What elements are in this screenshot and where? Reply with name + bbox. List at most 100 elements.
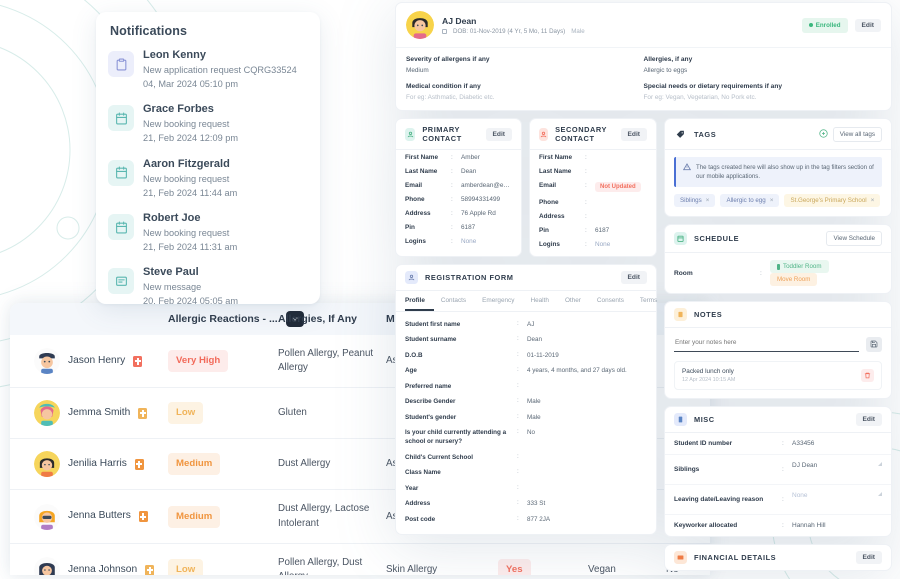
view-schedule-button[interactable]: View Schedule	[826, 231, 882, 247]
tab-profile[interactable]: Profile	[405, 291, 434, 311]
field-key: Last Name	[539, 167, 572, 175]
notification-message: New message	[143, 282, 202, 293]
save-note-icon[interactable]	[866, 336, 882, 352]
field-key: Is your child currently attending a scho…	[405, 429, 507, 446]
field-key: Keyworker allocated	[674, 522, 738, 530]
card-title: PRIMARY CONTACT	[422, 125, 462, 143]
student-dob-line: DOB: 01-Nov-2019 (4 Yr, 5 Mo, 11 Days) M…	[442, 28, 585, 35]
field-separator: :	[451, 153, 453, 161]
field-separator: :	[517, 381, 519, 389]
field-key: Year	[405, 484, 419, 492]
list-item[interactable]: Leon Kenny New application request CQRG3…	[108, 48, 310, 91]
field-separator: :	[517, 428, 519, 436]
field-key: Email	[405, 181, 423, 189]
tab-consents[interactable]: Consents	[597, 291, 633, 311]
field-separator: :	[517, 319, 519, 327]
edit-registration-form-button[interactable]: Edit	[620, 270, 647, 284]
field-separator: :	[585, 240, 587, 248]
tag-chip[interactable]: St.George's Primary School ×	[784, 194, 881, 208]
medical-icon	[138, 407, 148, 419]
field-value: Hannah Hill	[792, 522, 826, 530]
field-value: A33456	[792, 440, 815, 448]
cell-allergies: Dust Allergy	[272, 438, 380, 491]
avatar	[34, 503, 60, 530]
field-key: Class Name	[405, 469, 441, 477]
detail-left-column: PRIMARY CONTACT Edit First Name: Amber La…	[395, 118, 657, 578]
field-key: Post code	[405, 515, 436, 523]
field-key: First Name	[539, 153, 573, 161]
calendar-icon	[674, 232, 687, 246]
tab-health[interactable]: Health	[530, 291, 557, 311]
edit-secondary-contact-button[interactable]: Edit	[620, 127, 647, 141]
field-row: Year:	[396, 481, 656, 497]
tab-contacts[interactable]: Contacts	[441, 291, 475, 311]
notes-card: NOTES Packed lunch only 12 Apr 2024 10:1…	[664, 301, 892, 400]
field-value: For eg: Vegan, Vegetarian, No Pork etc.	[643, 94, 757, 101]
field-row: First Name:	[530, 150, 656, 164]
field-separator: :	[517, 412, 519, 420]
cell-severity: Very High	[162, 335, 272, 389]
tab-emergency[interactable]: Emergency	[482, 291, 523, 311]
field-value: AJ	[527, 320, 535, 328]
tags-info-alert: The tags created here will also show up …	[674, 157, 882, 188]
notification-name: Aaron Fitzgerald	[143, 157, 230, 170]
tags-header: TAGS View all tags	[665, 119, 891, 150]
close-icon[interactable]: ×	[871, 197, 875, 204]
field-row: Address:	[530, 209, 656, 223]
field-value: 6187	[595, 226, 610, 234]
resize-handle[interactable]	[878, 492, 882, 497]
tag-chip-label: St.George's Primary School	[790, 197, 867, 205]
field-separator: :	[585, 198, 587, 206]
edit-student-button[interactable]: Edit	[854, 18, 881, 32]
field-row: Student first name: AJ	[396, 317, 656, 333]
trash-icon[interactable]	[861, 369, 874, 383]
add-tag-icon[interactable]	[819, 125, 828, 143]
field-key: Phone	[405, 195, 425, 203]
tab-other[interactable]: Other	[565, 291, 590, 311]
list-item[interactable]: Aaron Fitzgerald New booking request 21,…	[108, 157, 310, 200]
field-separator: :	[585, 181, 587, 189]
view-all-tags-button[interactable]: View all tags	[832, 126, 882, 142]
field-separator: :	[782, 496, 784, 504]
summary-field: Severity of allergens if any Medium	[406, 56, 644, 74]
field-row: Email: amberdean@exampleone2	[396, 178, 521, 192]
field-row: Age:4 years, 4 months, and 27 days old.	[396, 363, 656, 379]
field-key: Email	[539, 181, 557, 189]
move-room-button[interactable]: Move Room	[770, 273, 818, 287]
field-value: amberdean@exampleone2	[461, 181, 512, 189]
notification-message: New application request CQRG33524	[143, 64, 297, 75]
edit-primary-contact-button[interactable]: Edit	[485, 127, 512, 141]
note-input[interactable]	[674, 336, 859, 353]
list-item[interactable]: Grace Forbes New booking request 21, Feb…	[108, 102, 310, 145]
field-separator: :	[517, 452, 519, 460]
tab-terms[interactable]: Terms	[640, 291, 666, 311]
cell-allergies: Gluten	[272, 387, 380, 440]
field-value: DJ Dean	[792, 462, 818, 470]
list-item[interactable]: Steve Paul New message 20, Feb 2024 05:0…	[108, 265, 310, 304]
field-label: Medical condition if any	[406, 83, 481, 90]
field-separator: :	[451, 167, 453, 175]
field-separator: :	[517, 468, 519, 476]
registration-form-fields: Student first name: AJ Student surname: De…	[396, 312, 656, 535]
edit-misc-button[interactable]: Edit	[855, 413, 882, 427]
resize-handle[interactable]	[878, 462, 882, 467]
close-icon[interactable]: ×	[706, 197, 710, 204]
field-separator: :	[517, 366, 519, 374]
notification-name: Grace Forbes	[143, 103, 214, 116]
app-screenshot: Notifications Leon Kenny New application…	[0, 0, 900, 579]
registration-form-card: REGISTRATION FORM Edit Profile Contacts …	[395, 263, 657, 536]
edit-financial-button[interactable]: Edit	[855, 551, 882, 565]
field-row: D.O.B:01-11-2019	[396, 348, 656, 364]
room-chip[interactable]: Toddler Room	[770, 260, 829, 274]
list-item[interactable]: Robert Joe New booking request 21, Feb 2…	[108, 211, 310, 254]
tag-chip[interactable]: Siblings ×	[674, 194, 716, 208]
field-row: Address:76 Apple Rd	[396, 206, 521, 220]
tag-chip[interactable]: Allergic to egg ×	[720, 194, 780, 208]
alert-text: The tags created here will also show up …	[696, 164, 874, 181]
field-separator: :	[517, 350, 519, 358]
field-value: 6187	[461, 223, 476, 231]
field-separator: :	[585, 167, 587, 175]
status-dot-icon	[808, 23, 813, 27]
close-icon[interactable]: ×	[770, 197, 774, 204]
field-row: Siblings : DJ Dean	[665, 455, 891, 486]
